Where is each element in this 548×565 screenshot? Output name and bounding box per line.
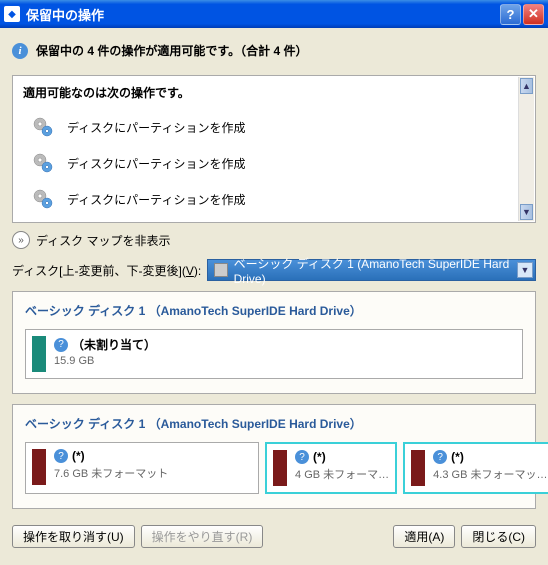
operations-panel: 適用可能なのは次の操作です。 ディスクにパーティションを作成ディスクにパーティシ… — [12, 75, 536, 223]
disk-select[interactable]: ベーシック ディスク 1 (AmanoTech SuperIDE Hard Dr… — [207, 259, 536, 281]
app-icon: ◆ — [4, 6, 20, 22]
disk-select-label: ディスク[上-変更前、下-変更後](V): — [12, 262, 201, 279]
redo-button: 操作をやり直す(R) — [141, 525, 264, 548]
partition-label: (*) — [451, 450, 464, 464]
chevron-down-icon: » — [12, 231, 30, 249]
scroll-down-icon[interactable]: ▼ — [520, 204, 533, 220]
partition-label: (*) — [313, 450, 326, 464]
disk-select-row: ディスク[上-変更前、下-変更後](V): ベーシック ディスク 1 (Aman… — [12, 259, 536, 281]
header: i 保留中の 4 件の操作が適用可能です。（合計 4 件） — [12, 38, 536, 63]
partition-size: 4 GB 未フォーマ… — [295, 466, 389, 482]
question-icon: ? — [54, 449, 68, 463]
operation-label: ディスクにパーティションを作成 — [67, 191, 245, 208]
help-button[interactable]: ? — [500, 4, 521, 25]
disk-before-panel: ベーシック ディスク 1 （AmanoTech SuperIDE Hard Dr… — [12, 291, 536, 394]
partition-color-bar — [273, 450, 287, 486]
disk-after-panel: ベーシック ディスク 1 （AmanoTech SuperIDE Hard Dr… — [12, 404, 536, 509]
button-row: 操作を取り消す(U) 操作をやり直す(R) 適用(A) 閉じる(C) — [12, 519, 536, 554]
partition-color-bar — [411, 450, 425, 486]
partition-size: 7.6 GB 未フォーマット — [54, 465, 168, 481]
operation-item[interactable]: ディスクにパーティションを作成 — [31, 145, 525, 181]
diskmap-toggle[interactable]: » ディスク マップを非表示 — [12, 231, 536, 249]
scroll-up-icon[interactable]: ▲ — [520, 78, 533, 94]
question-icon: ? — [54, 338, 68, 352]
gear-icon — [31, 187, 55, 211]
partition-color-bar — [32, 336, 46, 372]
question-icon: ? — [295, 450, 309, 464]
dropdown-arrow-icon: ▼ — [517, 262, 533, 278]
operation-label: ディスクにパーティションを作成 — [67, 119, 245, 136]
window-title: 保留中の操作 — [26, 5, 498, 24]
close-button[interactable]: 閉じる(C) — [461, 525, 536, 548]
partition-size: 4.3 GB 未フォーマッ… — [433, 466, 547, 482]
disk-after-partitions: ? (*) 7.6 GB 未フォーマット ? (*) 4 GB 未フォーマ… ?… — [25, 442, 523, 494]
diskmap-toggle-label: ディスク マップを非表示 — [36, 232, 171, 249]
operation-item[interactable]: ディスクにパーティションを作成 — [31, 109, 525, 145]
disk-before-title: ベーシック ディスク 1 （AmanoTech SuperIDE Hard Dr… — [25, 302, 523, 319]
partition[interactable]: ? (*) 4.3 GB 未フォーマッ… — [403, 442, 548, 494]
disk-select-value: ベーシック ディスク 1 (AmanoTech SuperIDE Hard Dr… — [234, 255, 529, 286]
gear-icon — [31, 115, 55, 139]
partition-color-bar — [32, 449, 46, 485]
disk-after-title: ベーシック ディスク 1 （AmanoTech SuperIDE Hard Dr… — [25, 415, 523, 432]
operations-list: ディスクにパーティションを作成ディスクにパーティションを作成ディスクにパーティシ… — [23, 109, 525, 223]
titlebar: ◆ 保留中の操作 ? ✕ — [0, 0, 548, 28]
operation-label: ディスクにパーティションを作成 — [67, 155, 245, 172]
window-close-button[interactable]: ✕ — [523, 4, 544, 25]
disk-before-partitions: ? （未割り当て） 15.9 GB — [25, 329, 523, 379]
partition[interactable]: ? （未割り当て） 15.9 GB — [25, 329, 523, 379]
apply-button[interactable]: 適用(A) — [393, 525, 455, 548]
operation-item[interactable]: ディスクにパーティションを作成 — [31, 181, 525, 217]
partition-label: (*) — [72, 449, 85, 463]
header-text: 保留中の 4 件の操作が適用可能です。（合計 4 件） — [36, 42, 308, 59]
partition[interactable]: ? (*) 7.6 GB 未フォーマット — [25, 442, 259, 494]
undo-button[interactable]: 操作を取り消す(U) — [12, 525, 135, 548]
scrollbar[interactable]: ▲ ▼ — [518, 77, 534, 221]
partition-size: 15.9 GB — [54, 355, 156, 367]
disk-icon — [214, 263, 227, 277]
gear-icon — [31, 151, 55, 175]
info-icon: i — [12, 43, 28, 59]
operation-item[interactable]: ディスクにパーティションを作成 — [31, 217, 525, 223]
operations-title: 適用可能なのは次の操作です。 — [23, 84, 525, 101]
partition[interactable]: ? (*) 4 GB 未フォーマ… — [265, 442, 397, 494]
question-icon: ? — [433, 450, 447, 464]
partition-label: （未割り当て） — [72, 336, 156, 353]
